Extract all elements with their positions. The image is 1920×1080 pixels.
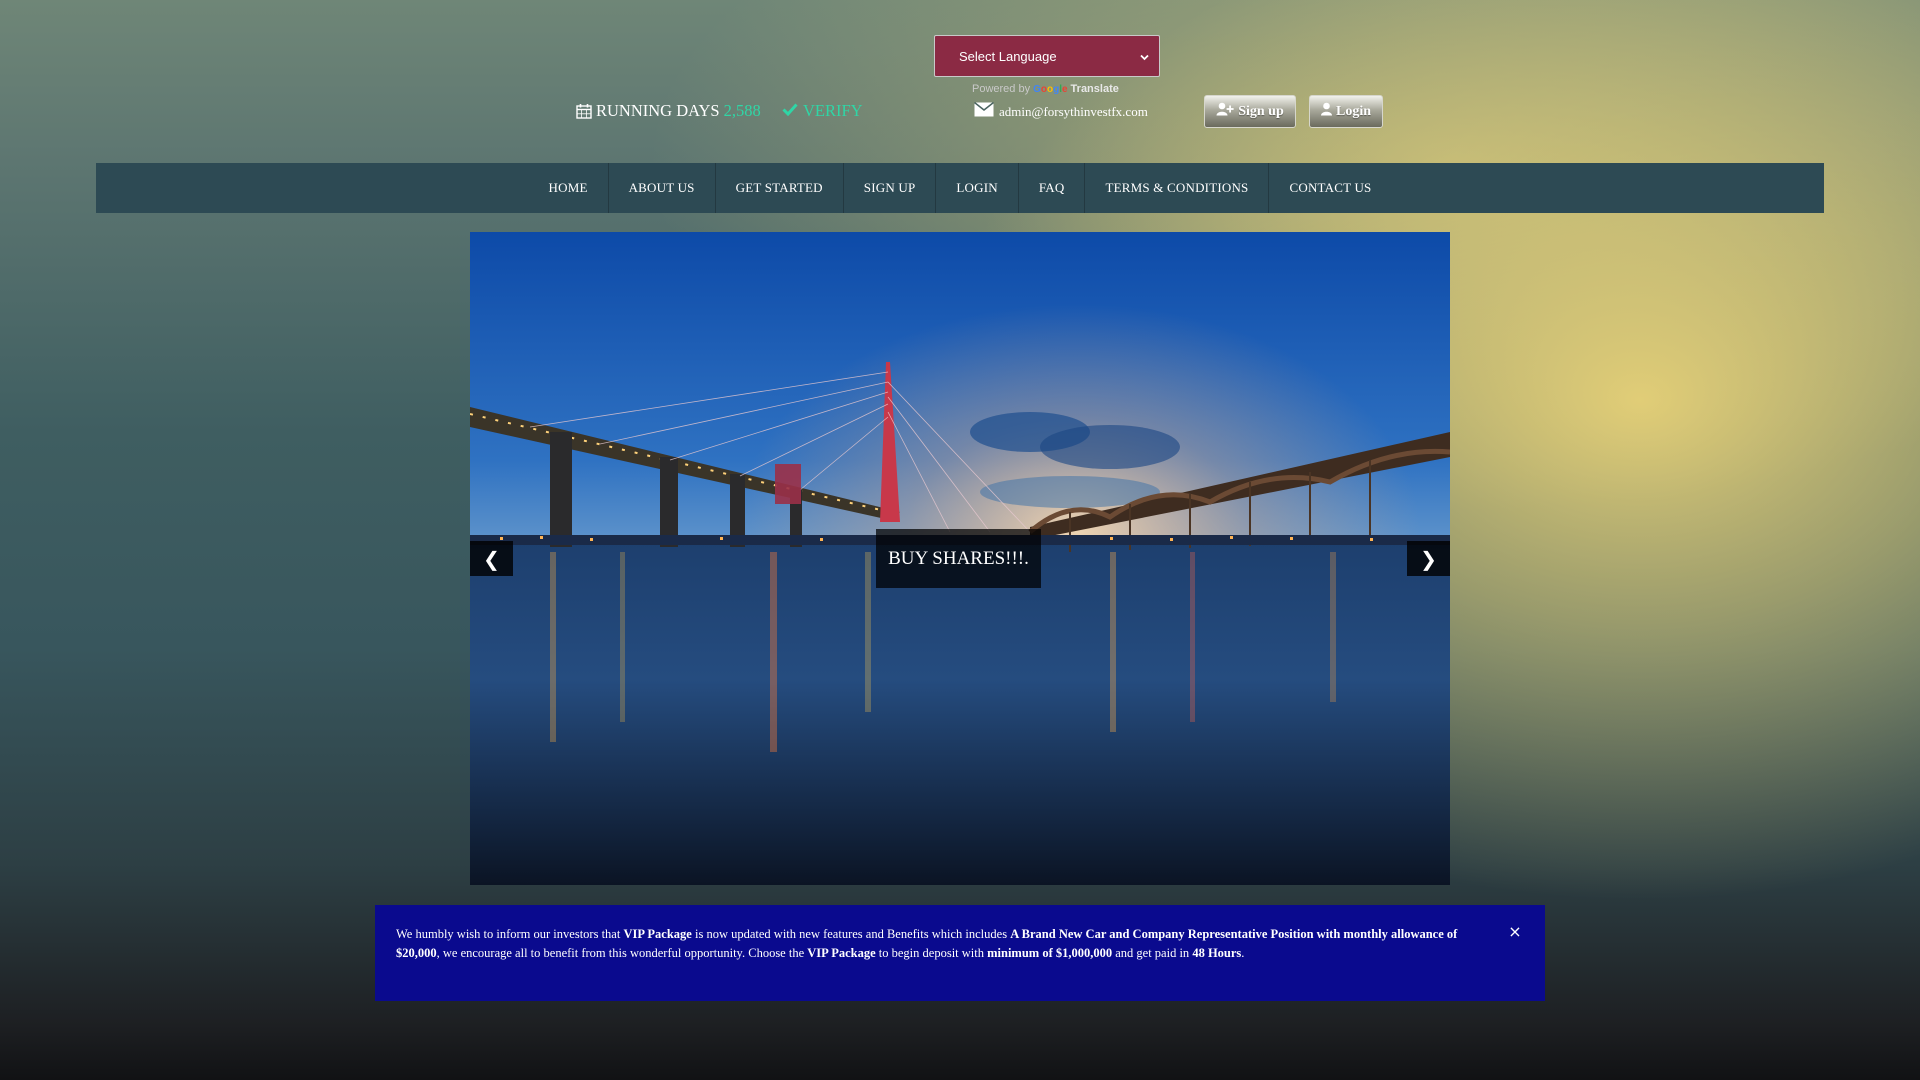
user-plus-icon <box>1216 102 1234 121</box>
slider-next-button[interactable]: ❯ <box>1407 541 1450 576</box>
notice-bold-3: VIP Package <box>807 946 876 960</box>
language-select-value: Select Language <box>959 48 1057 64</box>
calendar-icon <box>576 103 592 119</box>
verify-link[interactable]: VERIFY <box>782 101 863 121</box>
nav-get-started[interactable]: GET STARTED <box>714 163 843 213</box>
contact-email[interactable]: admin@forsythinvestfx.com <box>974 101 1148 121</box>
notice-text-6: . <box>1241 946 1245 960</box>
nav-login[interactable]: LOGIN <box>935 163 1017 213</box>
running-days-value: 2,588 <box>723 101 761 120</box>
nav-sign-up[interactable]: SIGN UP <box>842 163 936 213</box>
notice-text-4: to begin deposit with <box>875 946 988 960</box>
notice-bold-1: VIP Package <box>623 927 692 941</box>
notice-text-2: is now updated with new features and Ben… <box>691 927 1011 941</box>
signup-button[interactable]: Sign up <box>1204 95 1296 128</box>
chevron-right-icon: ❯ <box>1420 546 1437 571</box>
check-icon <box>782 101 798 121</box>
chevron-down-icon <box>1140 49 1149 64</box>
google-translate-credit: Powered by Google Translate <box>972 83 1119 95</box>
running-days-label: RUNNING DAYS <box>596 101 720 120</box>
notice-text-5: and get paid in <box>1112 946 1193 960</box>
main-nav: HOME ABOUT US GET STARTED SIGN UP LOGIN … <box>96 163 1824 213</box>
nav-terms-conditions[interactable]: TERMS & CONDITIONS <box>1084 163 1268 213</box>
vip-notice: We humbly wish to inform our investors t… <box>375 905 1545 1001</box>
email-text: admin@forsythinvestfx.com <box>999 103 1148 119</box>
notice-close-button[interactable]: × <box>1507 924 1523 940</box>
google-logo[interactable]: Google <box>1033 84 1067 95</box>
nav-about-us[interactable]: ABOUT US <box>607 163 715 213</box>
nav-faq[interactable]: FAQ <box>1017 163 1085 213</box>
language-select[interactable]: Select Language <box>934 35 1160 77</box>
user-icon <box>1320 102 1332 121</box>
login-button[interactable]: Login <box>1309 95 1383 128</box>
close-icon: × <box>1508 922 1522 941</box>
running-days: RUNNING DAYS 2,588 <box>576 101 761 121</box>
envelope-icon <box>974 101 994 121</box>
nav-contact-us[interactable]: CONTACT US <box>1268 163 1391 213</box>
login-label: Login <box>1335 103 1371 119</box>
nav-home[interactable]: HOME <box>529 163 608 213</box>
chevron-left-icon: ❮ <box>483 546 500 571</box>
slide-caption: BUY SHARES!!!. <box>876 529 1041 588</box>
powered-by-label: Powered by <box>972 83 1031 95</box>
translate-label: Translate <box>1070 83 1119 95</box>
notice-bold-4: minimum of $1,000,000 <box>987 946 1113 960</box>
notice-text-3: , we encourage all to benefit from this … <box>436 946 808 960</box>
slider-prev-button[interactable]: ❮ <box>470 541 513 576</box>
notice-bold-5: 48 Hours <box>1192 946 1242 960</box>
hero-slider: BUY SHARES!!!. ❮ ❯ <box>470 232 1450 885</box>
signup-label: Sign up <box>1238 103 1284 119</box>
notice-text-1: We humbly wish to inform our investors t… <box>396 927 624 941</box>
verify-label: VERIFY <box>803 101 863 120</box>
